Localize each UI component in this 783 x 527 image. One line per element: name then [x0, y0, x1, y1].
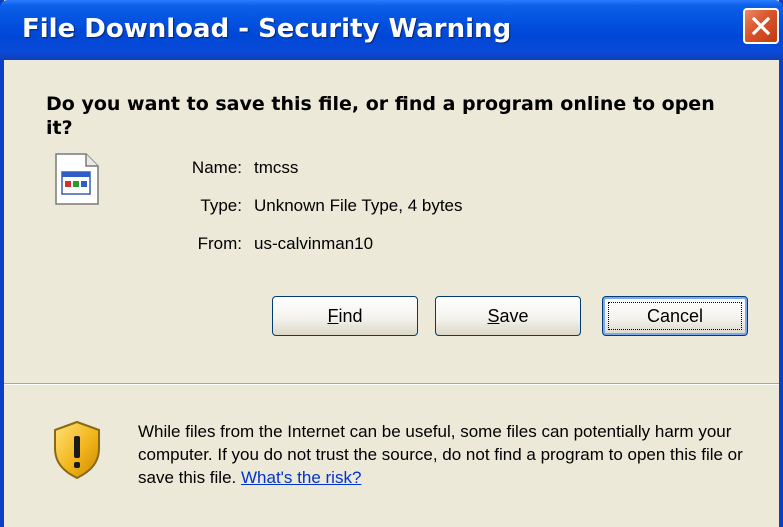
type-label: Type:	[200, 196, 242, 215]
title-bar[interactable]: File Download - Security Warning	[0, 0, 783, 60]
divider	[4, 383, 779, 385]
close-icon	[751, 16, 771, 36]
type-value: Unknown File Type, 4 bytes	[254, 196, 463, 215]
name-value: tmcss	[254, 158, 299, 177]
from-value: us-calvinman10	[254, 234, 374, 253]
save-accelerator: S	[487, 306, 500, 326]
save-label-rest: ave	[499, 306, 529, 326]
find-accelerator: F	[327, 306, 339, 326]
find-button[interactable]: Find	[272, 296, 418, 336]
window-title: File Download - Security Warning	[22, 14, 512, 44]
warning-message: While files from the Internet can be use…	[138, 422, 743, 487]
save-button[interactable]: Save	[435, 296, 581, 336]
save-question: Do you want to save this file, or find a…	[46, 93, 715, 139]
whats-the-risk-link[interactable]: What's the risk?	[241, 468, 361, 487]
file-download-dialog: File Download - Security Warning Do you …	[0, 0, 783, 527]
generic-file-icon	[55, 153, 99, 205]
name-label: Name:	[191, 158, 242, 177]
security-warning-text: While files from the Internet can be use…	[138, 420, 768, 489]
from-label: From:	[197, 234, 242, 253]
security-shield-icon	[54, 420, 100, 480]
cancel-button[interactable]: Cancel	[602, 296, 748, 336]
close-button[interactable]	[743, 8, 779, 44]
find-label-rest: ind	[338, 306, 363, 326]
focus-rectangle	[608, 302, 742, 330]
